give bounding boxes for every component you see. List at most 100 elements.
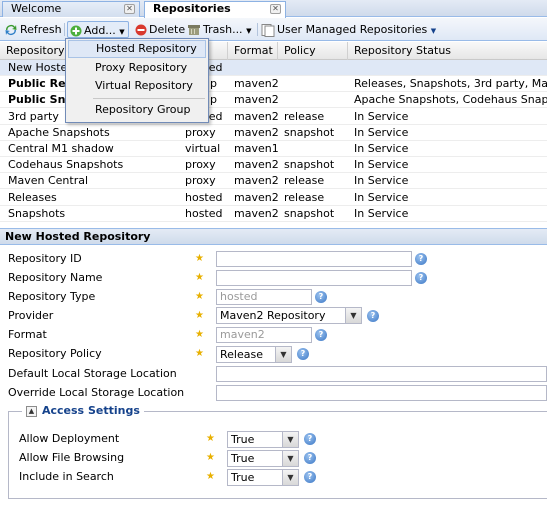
help-icon[interactable]: ?: [304, 471, 316, 483]
required-star-icon: ★: [195, 272, 204, 283]
tab-repositories[interactable]: Repositories ✕: [144, 1, 286, 18]
refresh-label: Refresh: [20, 23, 62, 36]
required-star-icon: ★: [195, 310, 204, 321]
document-icon: [261, 23, 275, 37]
delete-label: Delete: [149, 23, 186, 36]
tab-welcome[interactable]: Welcome ✕: [2, 1, 140, 17]
table-row[interactable]: Codehaus Snapshots proxy maven2 snapshot In …: [0, 157, 547, 174]
table-cell-format: maven2: [234, 93, 279, 107]
help-icon[interactable]: ?: [304, 452, 316, 464]
menu-item-proxy-repository[interactable]: Proxy Repository: [68, 59, 206, 77]
format-field: maven2: [216, 327, 312, 343]
table-cell-policy: release: [284, 190, 325, 204]
chevron-down-icon[interactable]: ▼: [282, 470, 298, 485]
table-cell-policy: [284, 141, 350, 157]
chevron-down-icon: ▼: [246, 27, 252, 35]
chevron-down-icon[interactable]: ▼: [282, 432, 298, 447]
tab-label: Welcome: [11, 2, 62, 15]
table-cell-format: maven2: [234, 206, 279, 220]
delete-button[interactable]: Delete: [135, 21, 185, 38]
table-cell-status: Apache Snapshots, Codehaus Snaps...: [354, 93, 547, 107]
table-cell-format: maven2: [234, 190, 279, 204]
menu-item-repository-group[interactable]: Repository Group: [68, 101, 206, 119]
table-row[interactable]: Apache Snapshots proxy maven2 snapshot In Se…: [0, 125, 547, 141]
table-cell-type: hosted: [185, 206, 223, 220]
table-cell-status: Releases, Snapshots, 3rd party, Mav...: [354, 77, 547, 91]
table-cell-format: maven2: [234, 174, 279, 188]
column-header-status[interactable]: Repository Status: [348, 42, 547, 60]
provider-select[interactable]: Maven2 Repository ▼: [216, 307, 362, 324]
table-cell-type: virtual: [185, 142, 221, 155]
table-cell-policy: release: [284, 109, 325, 123]
include-in-search-label: Include in Search: [19, 470, 114, 483]
add-button[interactable]: Add... ▼: [67, 21, 129, 38]
allow-deployment-value: True: [231, 433, 255, 446]
repository-type-label: Repository Type: [8, 290, 96, 303]
form-panel-title: New Hosted Repository: [0, 228, 547, 245]
menu-item-virtual-repository[interactable]: Virtual Repository: [68, 77, 206, 95]
help-icon[interactable]: ?: [304, 433, 316, 445]
provider-label: Provider: [8, 309, 54, 322]
table-cell-format: [234, 60, 280, 76]
table-cell-type: proxy: [185, 125, 216, 139]
repository-id-input[interactable]: [216, 251, 412, 267]
toolbar-divider: [64, 23, 65, 36]
chevron-down-icon[interactable]: ▼: [282, 451, 298, 466]
table-cell-type: proxy: [185, 174, 216, 188]
help-icon[interactable]: ?: [367, 310, 379, 322]
table-cell-status: [354, 60, 547, 76]
required-star-icon: ★: [195, 253, 204, 264]
table-cell-format: maven2: [234, 125, 279, 139]
close-icon[interactable]: ✕: [124, 4, 135, 14]
table-cell-policy: [284, 76, 350, 92]
column-header-policy[interactable]: Policy: [278, 42, 348, 60]
override-storage-input[interactable]: [216, 385, 547, 401]
help-icon[interactable]: ?: [297, 348, 309, 360]
allow-deployment-select[interactable]: True ▼: [227, 431, 299, 448]
table-cell-name: Maven Central: [8, 174, 89, 188]
table-row[interactable]: Snapshots hosted maven2 snapshot In Service: [0, 206, 547, 222]
allow-file-browsing-value: True: [231, 452, 255, 465]
trash-label: Trash...: [203, 23, 243, 36]
repository-name-input[interactable]: [216, 270, 412, 286]
required-star-icon: ★: [206, 433, 215, 444]
tab-strip: Welcome ✕ Repositories ✕: [0, 0, 547, 18]
trash-button[interactable]: Trash... ▼: [187, 21, 251, 38]
format-label: Format: [8, 328, 47, 341]
access-settings-legend[interactable]: ▲ Access Settings: [22, 404, 144, 418]
table-cell-policy: [284, 92, 350, 108]
access-settings-title: Access Settings: [42, 404, 140, 417]
menu-item-hosted-repository[interactable]: Hosted Repository: [68, 40, 206, 58]
include-in-search-select[interactable]: True ▼: [227, 469, 299, 486]
user-managed-repositories-button[interactable]: User Managed Repositories ▼: [261, 21, 436, 38]
table-cell-format: maven1: [234, 142, 279, 155]
table-cell-name: Central M1 shadow: [8, 142, 114, 155]
table-cell-status: In Service: [354, 206, 409, 220]
table-cell-policy: snapshot: [284, 125, 335, 139]
table-cell-format: maven2: [234, 158, 279, 172]
close-icon[interactable]: ✕: [270, 4, 281, 14]
add-label: Add...: [84, 24, 116, 37]
table-cell-type: proxy: [185, 158, 216, 172]
table-row[interactable]: Releases hosted maven2 release In Service: [0, 190, 547, 206]
repository-id-label: Repository ID: [8, 252, 82, 265]
refresh-button[interactable]: Refresh: [4, 21, 62, 38]
help-icon[interactable]: ?: [415, 272, 427, 284]
chevron-down-icon[interactable]: ▼: [345, 308, 361, 323]
column-header-format[interactable]: Format: [228, 42, 278, 60]
table-cell-status: In Service: [354, 109, 409, 123]
help-icon[interactable]: ?: [315, 291, 327, 303]
repository-policy-value: Release: [220, 348, 263, 361]
allow-file-browsing-select[interactable]: True ▼: [227, 450, 299, 467]
table-cell-policy: release: [284, 174, 325, 188]
help-icon[interactable]: ?: [415, 253, 427, 265]
tab-label: Repositories: [153, 2, 231, 15]
chevron-down-icon[interactable]: ▼: [275, 347, 291, 362]
repository-policy-select[interactable]: Release ▼: [216, 346, 292, 363]
table-row[interactable]: Central M1 shadow virtual maven1 In Service: [0, 141, 547, 157]
add-menu: Hosted Repository Proxy Repository Virtu…: [65, 38, 209, 123]
collapse-icon[interactable]: ▲: [26, 405, 37, 417]
help-icon[interactable]: ?: [315, 329, 327, 341]
default-storage-input[interactable]: [216, 366, 547, 382]
table-row[interactable]: Maven Central proxy maven2 release In Servic…: [0, 173, 547, 190]
